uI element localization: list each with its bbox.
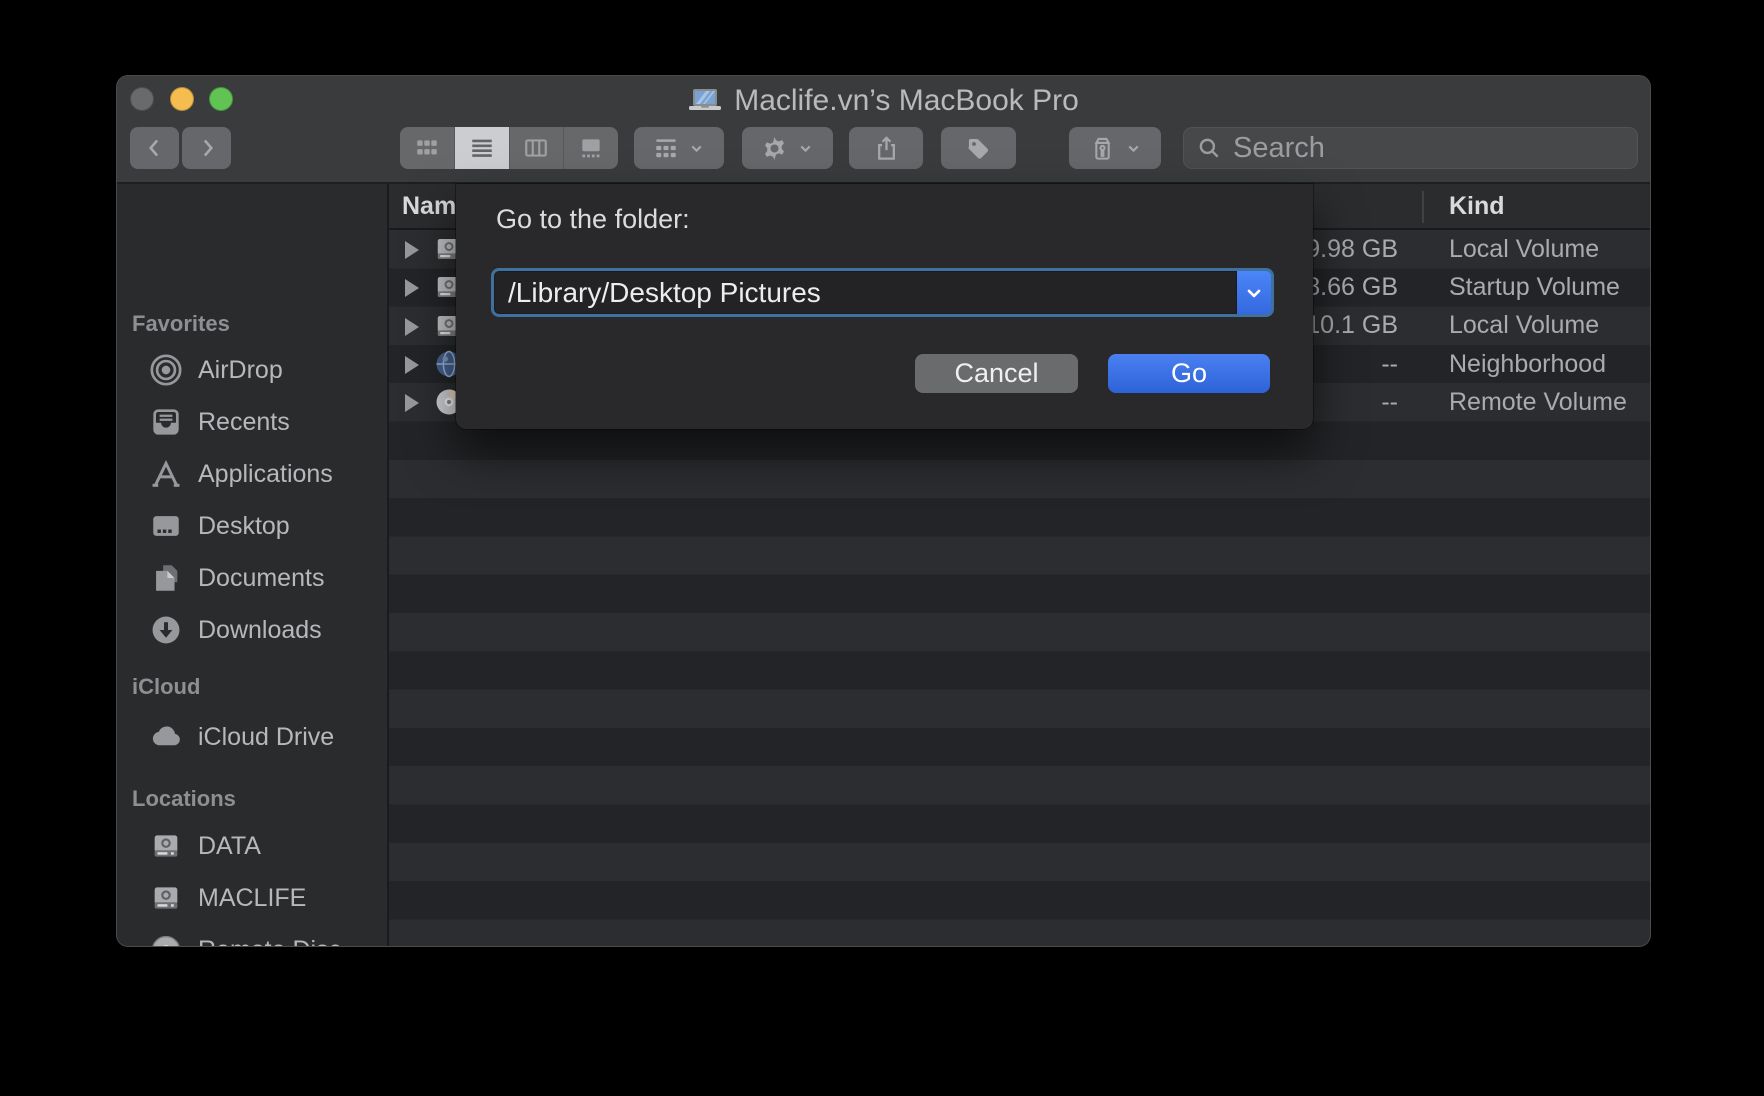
- go-to-folder-dialog: Go to the folder: Cancel Go: [456, 184, 1313, 429]
- icon-view-button[interactable]: [400, 127, 455, 169]
- kind-cell: Neighborhood: [1449, 345, 1606, 383]
- path-field[interactable]: [494, 271, 1237, 314]
- dialog-label: Go to the folder:: [496, 204, 690, 235]
- search-icon: [1196, 135, 1222, 161]
- size-cell: 8.66 GB: [1306, 268, 1398, 306]
- path-combobox: [491, 268, 1274, 317]
- list-view-button[interactable]: [455, 127, 510, 169]
- sidebar-item-documents[interactable]: Documents: [117, 556, 387, 600]
- kind-cell: Local Volume: [1449, 307, 1599, 345]
- sidebar-item-downloads[interactable]: Downloads: [117, 608, 387, 652]
- finder-window: Maclife.vn’s MacBook Pro: [116, 75, 1651, 947]
- icon-view-icon: [414, 135, 440, 161]
- chevron-right-icon: [194, 135, 220, 161]
- share-icon: [873, 135, 900, 162]
- sidebar-item-label: Recents: [198, 408, 290, 437]
- chevron-down-icon: [1244, 283, 1264, 303]
- sidebar: Favorites AirDrop Recents: [117, 184, 389, 947]
- column-divider[interactable]: [1422, 191, 1424, 223]
- sidebar-item-data[interactable]: DATA: [117, 824, 387, 868]
- path-dropdown-button[interactable]: [1237, 271, 1271, 314]
- tag-button[interactable]: [941, 127, 1016, 169]
- sidebar-item-maclife[interactable]: MACLIFE: [117, 876, 387, 920]
- internal-drive-icon: [148, 880, 184, 916]
- group-by-icon: [653, 135, 679, 161]
- search-input[interactable]: [1231, 131, 1625, 166]
- sidebar-item-label: DATA: [198, 832, 261, 861]
- gear-icon: [761, 135, 788, 162]
- tag-icon: [965, 135, 992, 162]
- chevron-down-icon: [1125, 140, 1142, 157]
- sidebar-item-label: iCloud Drive: [198, 723, 334, 752]
- sidebar-item-label: Desktop: [198, 512, 290, 541]
- sidebar-item-applications[interactable]: Applications: [117, 452, 387, 496]
- search-field[interactable]: [1183, 127, 1638, 169]
- macbook-icon: [688, 88, 722, 114]
- disclosure-triangle-icon[interactable]: [405, 279, 419, 297]
- sidebar-item-label: Downloads: [198, 616, 322, 645]
- path-input[interactable]: [495, 277, 1236, 309]
- sidebar-item-label: Remote Disc: [198, 936, 341, 948]
- size-cell: 9.98 GB: [1306, 230, 1398, 268]
- column-view-icon: [523, 135, 549, 161]
- column-header-kind[interactable]: Kind: [1449, 184, 1505, 228]
- group-button[interactable]: [634, 127, 724, 169]
- chevron-down-icon: [688, 140, 705, 157]
- disclosure-triangle-icon[interactable]: [405, 394, 419, 412]
- window-title: Maclife.vn’s MacBook Pro: [734, 84, 1079, 118]
- kind-cell: Startup Volume: [1449, 268, 1620, 306]
- disclosure-triangle-icon[interactable]: [405, 356, 419, 374]
- back-button[interactable]: [130, 127, 179, 169]
- sidebar-item-recents[interactable]: Recents: [117, 400, 387, 444]
- kind-cell: Local Volume: [1449, 230, 1599, 268]
- sidebar-section-locations: Locations: [132, 784, 236, 814]
- desktop-icon: [148, 508, 184, 544]
- disclosure-triangle-icon[interactable]: [405, 241, 419, 259]
- applications-icon: [148, 456, 184, 492]
- size-cell: --: [1381, 383, 1398, 421]
- sidebar-item-label: AirDrop: [198, 356, 283, 385]
- go-button[interactable]: Go: [1108, 354, 1270, 393]
- sidebar-item-icloud-drive[interactable]: iCloud Drive: [117, 715, 387, 759]
- disclosure-triangle-icon[interactable]: [405, 318, 419, 336]
- titlebar: Maclife.vn’s MacBook Pro: [117, 84, 1650, 118]
- documents-icon: [148, 560, 184, 596]
- cancel-button[interactable]: Cancel: [915, 354, 1078, 393]
- forward-button[interactable]: [182, 127, 231, 169]
- external-device-icon: [1089, 135, 1116, 162]
- device-dropdown-button[interactable]: [1069, 127, 1161, 169]
- sidebar-section-icloud: iCloud: [132, 672, 200, 702]
- gallery-view-button[interactable]: [564, 127, 618, 169]
- list-view-icon: [469, 135, 495, 161]
- airdrop-icon: [148, 352, 184, 388]
- sidebar-item-desktop[interactable]: Desktop: [117, 504, 387, 548]
- sidebar-item-remote-disc[interactable]: Remote Disc: [117, 928, 387, 947]
- disc-icon: [148, 932, 184, 947]
- size-cell: --: [1381, 345, 1398, 383]
- chevron-left-icon: [142, 135, 168, 161]
- chevron-down-icon: [797, 140, 814, 157]
- downloads-icon: [148, 612, 184, 648]
- sidebar-item-airdrop[interactable]: AirDrop: [117, 348, 387, 392]
- view-segmented-control: [400, 127, 618, 169]
- action-button[interactable]: [742, 127, 833, 169]
- size-cell: 10.1 GB: [1306, 307, 1398, 345]
- internal-drive-icon: [148, 828, 184, 864]
- recents-icon: [148, 404, 184, 440]
- column-view-button[interactable]: [510, 127, 565, 169]
- gallery-view-icon: [578, 135, 604, 161]
- share-button[interactable]: [849, 127, 923, 169]
- window-chrome: Maclife.vn’s MacBook Pro: [117, 76, 1650, 184]
- kind-cell: Remote Volume: [1449, 383, 1627, 421]
- sidebar-item-label: MACLIFE: [198, 884, 306, 913]
- sidebar-item-label: Documents: [198, 564, 324, 593]
- sidebar-item-label: Applications: [198, 460, 333, 489]
- sidebar-section-favorites: Favorites: [132, 309, 230, 339]
- icloud-icon: [148, 719, 184, 755]
